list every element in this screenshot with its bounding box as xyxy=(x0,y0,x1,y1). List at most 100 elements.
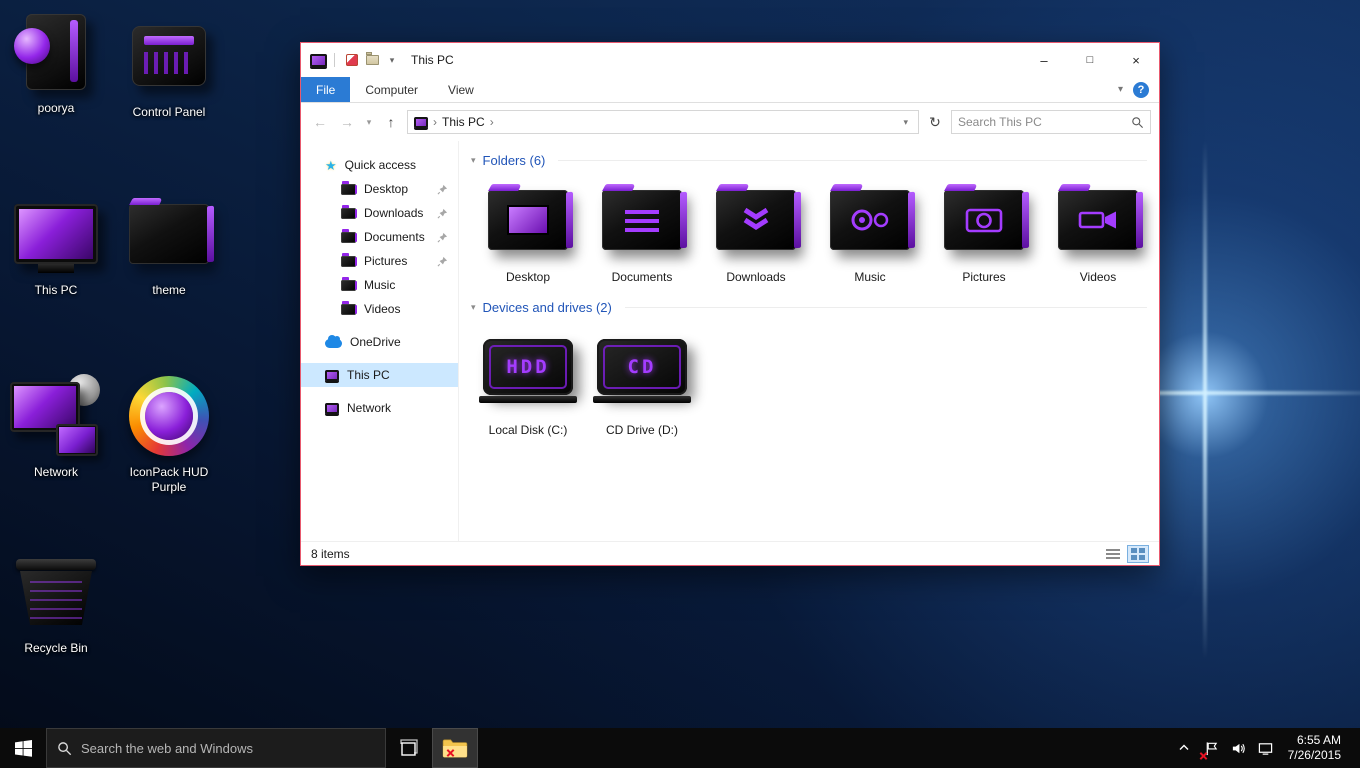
search-icon[interactable] xyxy=(1131,116,1144,129)
up-button[interactable]: ↑ xyxy=(380,111,402,133)
desktop-icon-label: Network xyxy=(3,465,109,480)
group-title: Folders (6) xyxy=(483,153,546,168)
sidebar-item-label: Documents xyxy=(364,230,425,244)
address-toolbar: ← → ▾ ↑ › This PC › ▾ ↻ xyxy=(301,103,1159,141)
folder-tile-desktop[interactable]: Desktop xyxy=(471,178,585,284)
pin-icon xyxy=(437,208,448,219)
action-center-flag-icon[interactable] xyxy=(1198,728,1225,768)
explorer-search-input[interactable] xyxy=(958,115,1131,129)
breadcrumb-this-pc[interactable]: This PC xyxy=(442,115,485,129)
taskbar-search-box[interactable] xyxy=(46,728,386,768)
details-view-button[interactable] xyxy=(1102,545,1124,563)
folder-icon xyxy=(129,204,209,264)
tile-label: CD Drive (D:) xyxy=(585,423,699,437)
sidebar-item-label: Downloads xyxy=(364,206,423,220)
desktop-icon-iconpack[interactable]: IconPack HUD Purple xyxy=(116,372,222,495)
sidebar-item-quick-access[interactable]: ★ Quick access xyxy=(301,153,458,177)
tile-label: Downloads xyxy=(699,270,813,284)
alert-badge xyxy=(1199,751,1208,760)
minimize-button[interactable]: – xyxy=(1021,43,1067,77)
large-icons-view-button[interactable] xyxy=(1127,545,1149,563)
folder-tile-downloads[interactable]: Downloads xyxy=(699,178,813,284)
group-header-folders[interactable]: ▾ Folders (6) xyxy=(471,153,1155,168)
desktop-icon-label: poorya xyxy=(3,101,109,116)
folder-tile-videos[interactable]: Videos xyxy=(1041,178,1155,284)
this-pc-icon xyxy=(14,204,98,264)
sidebar-item-label: Network xyxy=(347,401,391,415)
sidebar-item-label: Videos xyxy=(364,302,400,316)
ribbon-tabs: File Computer View ▾ ? xyxy=(301,77,1159,103)
file-explorer-taskbar-button[interactable] xyxy=(432,728,478,768)
sidebar-item-network[interactable]: Network xyxy=(301,396,458,420)
qat-new-folder-icon[interactable] xyxy=(362,50,382,70)
sidebar-item-label: OneDrive xyxy=(350,335,401,349)
folder-icon xyxy=(341,256,356,267)
sidebar-item-onedrive[interactable]: OneDrive xyxy=(301,330,458,354)
sidebar-item-label: This PC xyxy=(347,368,390,382)
separator xyxy=(334,53,335,67)
tile-label: Desktop xyxy=(471,270,585,284)
cd-drive-icon: CD xyxy=(597,339,687,395)
sidebar-item-desktop[interactable]: Desktop xyxy=(301,177,458,201)
drive-tile-cd-drive-d[interactable]: CD CD Drive (D:) xyxy=(585,325,699,437)
sidebar-item-documents[interactable]: Documents xyxy=(301,225,458,249)
qat-customize-dropdown-icon[interactable]: ▾ xyxy=(382,50,402,70)
sidebar-item-downloads[interactable]: Downloads xyxy=(301,201,458,225)
volume-icon[interactable] xyxy=(1225,728,1252,768)
folder-icon xyxy=(341,280,356,291)
folder-tile-music[interactable]: Music xyxy=(813,178,927,284)
sidebar-item-pictures[interactable]: Pictures xyxy=(301,249,458,273)
network-display-icon[interactable] xyxy=(1252,728,1279,768)
refresh-button[interactable]: ↻ xyxy=(924,111,946,133)
ribbon-expand-icon[interactable]: ▾ xyxy=(1118,84,1123,95)
sidebar-item-this-pc[interactable]: This PC xyxy=(301,363,458,387)
sidebar-item-label: Quick access xyxy=(345,158,416,172)
close-button[interactable]: × xyxy=(1113,43,1159,77)
desktop-icon-network[interactable]: Network xyxy=(3,372,109,480)
taskbar-search-input[interactable] xyxy=(81,741,375,756)
folder-tile-documents[interactable]: Documents xyxy=(585,178,699,284)
folder-icon xyxy=(341,232,356,243)
sidebar-item-videos[interactable]: Videos xyxy=(301,297,458,321)
start-button[interactable] xyxy=(0,728,46,768)
address-dropdown-icon[interactable]: ▾ xyxy=(899,117,912,128)
folders-group: Desktop Documents Downloads xyxy=(471,178,1155,284)
taskbar-clock[interactable]: 6:55 AM 7/26/2015 xyxy=(1279,733,1353,763)
control-panel-icon xyxy=(132,26,206,86)
forward-button[interactable]: → xyxy=(336,111,358,133)
folder-tile-pictures[interactable]: Pictures xyxy=(927,178,1041,284)
tab-view[interactable]: View xyxy=(433,77,489,102)
address-bar[interactable]: › This PC › ▾ xyxy=(407,110,919,134)
qat-properties-icon[interactable] xyxy=(342,50,362,70)
search-icon xyxy=(57,741,72,756)
pin-icon xyxy=(437,256,448,267)
music-folder-icon xyxy=(830,190,910,250)
help-icon[interactable]: ? xyxy=(1133,82,1149,98)
explorer-search-box[interactable] xyxy=(951,110,1151,134)
drive-tile-local-disk-c[interactable]: HDD Local Disk (C:) xyxy=(471,325,585,437)
group-header-devices[interactable]: ▾ Devices and drives (2) xyxy=(471,300,1155,315)
back-button[interactable]: ← xyxy=(309,111,331,133)
status-bar: 8 items xyxy=(301,541,1159,565)
maximize-button[interactable]: □ xyxy=(1067,43,1113,77)
desktop-icon-recycle-bin[interactable]: Recycle Bin xyxy=(3,548,109,656)
tray-expand-icon[interactable] xyxy=(1171,728,1198,768)
tab-file[interactable]: File xyxy=(301,77,350,102)
desktop-icon-control-panel[interactable]: Control Panel xyxy=(116,12,222,120)
desktop-icon-poorya[interactable]: poorya xyxy=(3,8,109,116)
desktop-folder-icon xyxy=(488,190,568,250)
desktop-icon-label: IconPack HUD Purple xyxy=(116,465,222,495)
recent-locations-icon[interactable]: ▾ xyxy=(363,111,375,133)
file-list: ▾ Folders (6) Desktop Documents xyxy=(459,141,1159,541)
desktop-icon-label: theme xyxy=(116,283,222,298)
desktop-icon-theme[interactable]: theme xyxy=(116,190,222,298)
location-icon xyxy=(414,117,428,128)
desktop-icon-this-pc[interactable]: This PC xyxy=(3,190,109,298)
folder-icon xyxy=(341,208,356,219)
folder-icon xyxy=(341,304,356,315)
tab-computer[interactable]: Computer xyxy=(350,77,433,102)
sidebar-item-music[interactable]: Music xyxy=(301,273,458,297)
task-view-button[interactable] xyxy=(386,728,432,768)
title-bar: ▾ This PC – □ × xyxy=(301,43,1159,77)
navigation-pane: ★ Quick access Desktop Downloads xyxy=(301,141,459,541)
